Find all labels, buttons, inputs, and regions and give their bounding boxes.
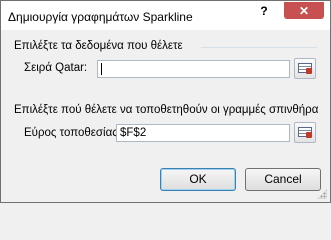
cancel-button[interactable]: Cancel	[245, 168, 321, 191]
dialog-title: Δημιουργία γραφημάτων Sparkline	[8, 10, 193, 24]
data-section-divider	[201, 47, 317, 48]
data-section-heading: Επιλέξτε τα δεδομένα που θέλετε	[14, 40, 183, 52]
location-range-label: Εύρος τοποθεσίας:	[24, 127, 121, 139]
close-button[interactable]: ✕	[284, 2, 324, 19]
title-bar: Δημιουργία γραφημάτων Sparkline ? ✕	[1, 1, 330, 30]
data-range-input[interactable]	[97, 60, 290, 78]
data-range-picker-button[interactable]	[294, 58, 316, 79]
ok-button[interactable]: OK	[160, 168, 236, 191]
text-caret	[101, 63, 102, 75]
data-range-label: Σειρά Qatar:	[24, 62, 88, 74]
location-range-input[interactable]: $F$2	[116, 124, 290, 142]
location-range-picker-button[interactable]	[294, 122, 316, 143]
create-sparklines-dialog: Δημιουργία γραφημάτων Sparkline ? ✕ Επιλ…	[0, 0, 331, 203]
location-section-heading: Επιλέξτε πού θέλετε να τοποθετηθούν οι γ…	[14, 104, 319, 116]
help-button[interactable]: ?	[251, 2, 277, 19]
